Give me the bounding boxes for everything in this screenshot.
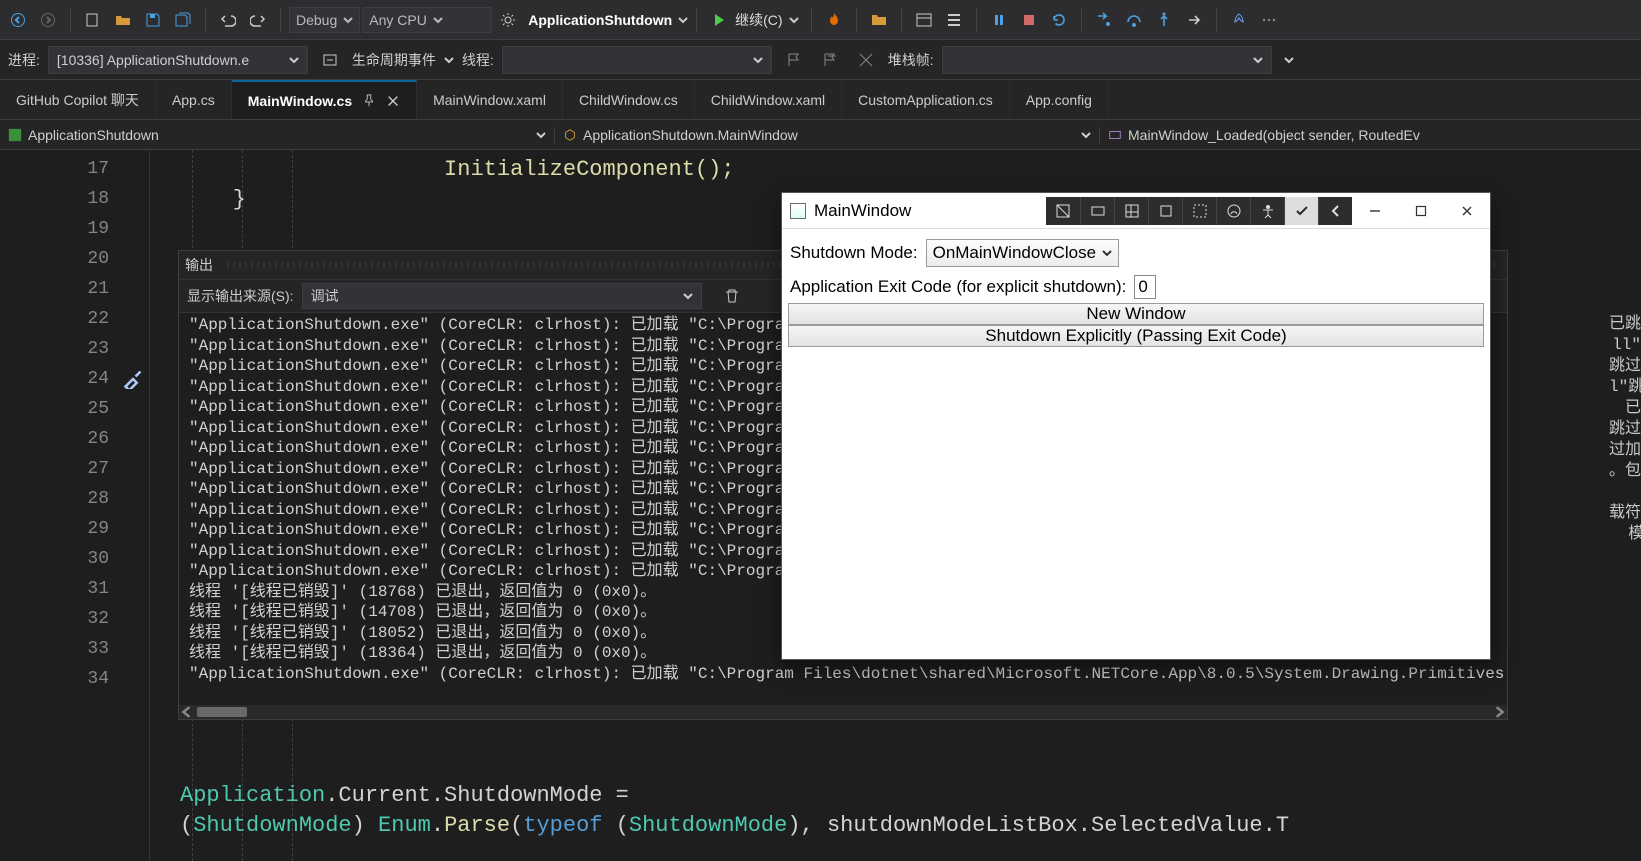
line-number: 17 <box>0 154 149 184</box>
continue-button[interactable] <box>705 6 733 34</box>
debug-process-bar: 进程: [10336] ApplicationShutdown.e 生命周期事件… <box>0 40 1641 80</box>
tab-customapplication-cs[interactable]: CustomApplication.cs <box>842 80 1010 119</box>
exit-code-input[interactable] <box>1134 275 1156 299</box>
list-icon[interactable] <box>940 6 968 34</box>
document-tabstrip: GitHub Copilot 聊天 App.cs MainWindow.cs M… <box>0 80 1641 120</box>
startup-project[interactable]: ApplicationShutdown <box>524 12 676 28</box>
startup-settings-icon[interactable] <box>494 6 522 34</box>
lifecycle-label: 生命周期事件 <box>352 50 436 70</box>
step-misc-icon[interactable] <box>1180 6 1208 34</box>
code-nav-bar: ApplicationShutdown ApplicationShutdown.… <box>0 120 1641 150</box>
main-toolbar: Debug Any CPU ApplicationShutdown 继续(C) <box>0 0 1641 40</box>
window-layout-icon[interactable] <box>910 6 938 34</box>
hot-reload-icon[interactable] <box>820 6 848 34</box>
output-title: 输出 <box>185 255 213 275</box>
platform-dropdown[interactable]: Any CPU <box>362 7 492 33</box>
output-source-dropdown[interactable]: 调试 <box>302 283 702 309</box>
output-clear-icon[interactable] <box>718 282 746 310</box>
collapse-toolbar-icon[interactable] <box>1318 197 1352 225</box>
shutdown-mode-label: Shutdown Mode: <box>790 243 918 263</box>
minimize-button[interactable] <box>1352 193 1398 229</box>
tab-childwindow-cs[interactable]: ChildWindow.cs <box>563 80 695 119</box>
live-visual-tree-icon[interactable] <box>1225 6 1253 34</box>
code-bottom-lines: Application.Current.ShutdownMode = (Shut… <box>180 781 1289 841</box>
app-titlebar[interactable]: MainWindow <box>782 193 1490 229</box>
tab-copilot[interactable]: GitHub Copilot 聊天 <box>0 80 156 119</box>
restart-icon[interactable] <box>1045 6 1073 34</box>
scroll-right-icon[interactable] <box>1493 706 1505 718</box>
shutdown-explicitly-button[interactable]: Shutdown Explicitly (Passing Exit Code) <box>788 325 1484 347</box>
scroll-left-icon[interactable] <box>181 706 193 718</box>
in-app-debug-toolbar <box>1046 197 1352 225</box>
nav-back-icon[interactable] <box>4 6 32 34</box>
nav-method-dropdown[interactable]: MainWindow_Loaded(object sender, RoutedE… <box>1100 127 1641 143</box>
tab-app-config[interactable]: App.config <box>1010 80 1109 119</box>
thread-label: 线程: <box>462 50 494 70</box>
save-icon[interactable] <box>139 6 167 34</box>
go-to-live-visual-tree-icon[interactable] <box>1046 197 1080 225</box>
tab-app-cs[interactable]: App.cs <box>156 80 232 119</box>
nav-forward-icon[interactable] <box>34 6 62 34</box>
process-dropdown[interactable]: [10336] ApplicationShutdown.e <box>48 46 308 74</box>
step-out-icon[interactable] <box>1150 6 1178 34</box>
tab-mainwindow-cs[interactable]: MainWindow.cs <box>232 80 417 119</box>
tab-childwindow-xaml[interactable]: ChildWindow.xaml <box>695 80 842 119</box>
stack-label: 堆栈帧: <box>888 50 934 70</box>
screwdriver-glyph-icon[interactable] <box>123 369 143 389</box>
folder-view-icon[interactable] <box>865 6 893 34</box>
tab-mainwindow-xaml[interactable]: MainWindow.xaml <box>417 80 563 119</box>
running-app-window[interactable]: MainWindow Shutdown Mode: OnMainWindowCl… <box>781 192 1491 660</box>
scroll-thumb[interactable] <box>197 707 247 717</box>
nav-project-dropdown[interactable]: ApplicationShutdown <box>0 127 555 143</box>
stop-icon[interactable] <box>1015 6 1043 34</box>
output-hscrollbar[interactable] <box>179 705 1507 719</box>
select-element-icon[interactable] <box>1080 197 1114 225</box>
maximize-button[interactable] <box>1398 193 1444 229</box>
open-folder-icon[interactable] <box>109 6 137 34</box>
close-window-button[interactable] <box>1444 193 1490 229</box>
new-item-icon[interactable] <box>79 6 107 34</box>
app-client-area: Shutdown Mode: OnMainWindowClose Applica… <box>782 229 1490 353</box>
hot-reload-app-icon[interactable] <box>1182 197 1216 225</box>
accessibility-icon[interactable] <box>1250 197 1284 225</box>
thread-dropdown[interactable] <box>502 46 772 74</box>
output-source-label: 显示输出来源(S): <box>187 286 294 306</box>
nav-class-dropdown[interactable]: ApplicationShutdown.MainWindow <box>555 127 1100 143</box>
continue-label: 继续(C) <box>735 10 782 30</box>
continue-chevron-icon[interactable] <box>789 15 799 25</box>
app-title: MainWindow <box>814 201 911 221</box>
app-icon <box>790 203 806 219</box>
method-icon <box>1108 128 1122 142</box>
class-icon <box>563 128 577 142</box>
shutdown-mode-dropdown[interactable]: OnMainWindowClose <box>926 239 1119 267</box>
config-dropdown[interactable]: Debug <box>289 7 360 33</box>
undo-icon[interactable] <box>214 6 242 34</box>
step-into-icon[interactable] <box>1090 6 1118 34</box>
csharp-project-icon <box>8 128 22 142</box>
binding-errors-icon[interactable] <box>1216 197 1250 225</box>
step-over-icon[interactable] <box>1120 6 1148 34</box>
flag-icon[interactable] <box>780 46 808 74</box>
exit-code-label: Application Exit Code (for explicit shut… <box>790 277 1126 297</box>
unflag-icon[interactable] <box>852 46 880 74</box>
flag-all-icon[interactable] <box>816 46 844 74</box>
pin-icon[interactable] <box>362 94 376 108</box>
startup-chevron-icon[interactable] <box>678 15 688 25</box>
track-focus-icon[interactable] <box>1148 197 1182 225</box>
process-label: 进程: <box>8 50 40 70</box>
save-all-icon[interactable] <box>169 6 197 34</box>
display-layout-icon[interactable] <box>1114 197 1148 225</box>
scan-checkmark-icon[interactable] <box>1284 197 1318 225</box>
right-peek-text: 已跳 ll" 跳过 l"跳过 已 跳过 过加 。包含 载符 模 <box>1609 314 1641 545</box>
redo-icon[interactable] <box>244 6 272 34</box>
pause-icon[interactable] <box>985 6 1013 34</box>
stack-dropdown[interactable] <box>942 46 1272 74</box>
overflow-icon[interactable] <box>1255 6 1283 34</box>
new-window-button[interactable]: New Window <box>788 303 1484 325</box>
editor-gutter: 17 18 19 20 21 22 23 24 25 26 27 28 29 3… <box>0 150 150 861</box>
close-tab-icon[interactable] <box>386 94 400 108</box>
lifecycle-icon[interactable] <box>316 46 344 74</box>
